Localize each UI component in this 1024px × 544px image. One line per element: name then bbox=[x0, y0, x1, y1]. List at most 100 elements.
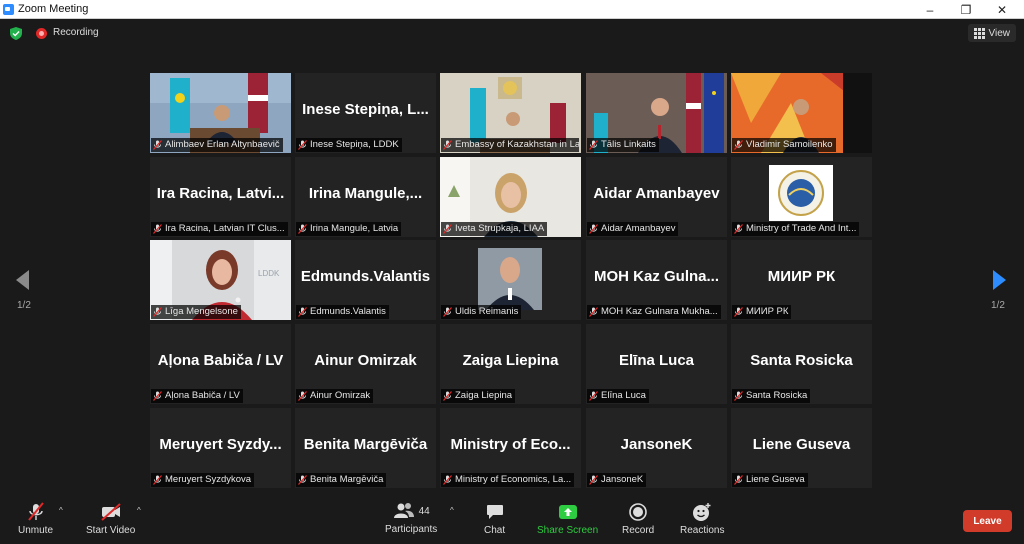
participants-label: Participants bbox=[385, 524, 438, 535]
participants-options-caret-icon[interactable]: ^ bbox=[450, 506, 454, 515]
participant-name-caption: Meruyert Syzdykova bbox=[151, 473, 255, 487]
participant-name: Ministry of Economics, La... bbox=[455, 474, 572, 485]
participant-tile[interactable]: Inese Stepiņa, L... Inese Stepiņa, LDDK bbox=[295, 73, 436, 153]
share-screen-button[interactable]: Share Screen bbox=[537, 502, 598, 536]
participant-name-caption: Ira Racina, Latvian IT Clus... bbox=[151, 222, 288, 236]
reactions-smiley-icon bbox=[693, 503, 711, 521]
participant-name-caption: Edmunds.Valantis bbox=[296, 305, 389, 319]
participant-tile[interactable]: Ministry of Trade And Int... bbox=[731, 157, 872, 237]
participant-tile[interactable]: Santa Rosicka Santa Rosicka bbox=[731, 324, 872, 404]
meeting-topbar: Recording View bbox=[0, 20, 1024, 46]
unmute-button[interactable]: Unmute bbox=[18, 502, 53, 536]
participant-name-caption: Līga Mengelsone bbox=[151, 305, 241, 319]
participant-tile[interactable]: Aļona Babiča / LV Aļona Babiča / LV bbox=[150, 324, 291, 404]
participant-display-name: Ira Racina, Latvi... bbox=[156, 185, 285, 202]
participant-tile[interactable]: Uldis Reimanis bbox=[440, 240, 581, 320]
leave-button[interactable]: Leave bbox=[963, 510, 1012, 532]
minimize-button[interactable]: – bbox=[912, 0, 948, 19]
record-label: Record bbox=[622, 525, 655, 536]
chat-icon bbox=[486, 505, 503, 519]
participant-name-caption: Elīna Luca bbox=[587, 389, 649, 403]
participant-name-caption: МИИР РК bbox=[732, 305, 792, 319]
participant-name: Tālis Linkaits bbox=[601, 139, 656, 150]
participant-display-name: Ainur Omirzak bbox=[314, 352, 417, 369]
participant-name: Embassy of Kazakhstan in La... bbox=[455, 139, 579, 150]
participant-tile[interactable]: Ainur Omirzak Ainur Omirzak bbox=[295, 324, 436, 404]
participant-name: Ainur Omirzak bbox=[310, 390, 371, 401]
participant-tile[interactable]: Elīna Luca Elīna Luca bbox=[586, 324, 727, 404]
muted-mic-icon bbox=[153, 140, 162, 150]
participant-tile[interactable]: Benita Margēviča Benita Margēviča bbox=[295, 408, 436, 488]
participant-display-name: JansoneK bbox=[620, 436, 693, 453]
participant-tile[interactable]: Iveta Strupkaja, LIAA bbox=[440, 157, 581, 237]
restore-button[interactable]: ❐ bbox=[948, 0, 984, 19]
participants-button[interactable]: 44 Participants bbox=[385, 502, 437, 535]
participant-tile[interactable]: Tālis Linkaits bbox=[586, 73, 727, 153]
participant-name: Iveta Strupkaja, LIAA bbox=[455, 223, 545, 234]
muted-mic-icon bbox=[298, 391, 307, 401]
muted-mic-icon bbox=[734, 140, 743, 150]
next-page-arrow-icon[interactable] bbox=[991, 268, 1009, 292]
participant-name: Uldis Reimanis bbox=[455, 306, 519, 317]
recording-label[interactable]: Recording bbox=[53, 27, 99, 38]
reactions-button[interactable]: Reactions bbox=[680, 502, 724, 536]
participant-tile[interactable]: Embassy of Kazakhstan in La... bbox=[440, 73, 581, 153]
participant-name-caption: Uldis Reimanis bbox=[441, 305, 522, 319]
participant-name-caption: Ainur Omirzak bbox=[296, 389, 374, 403]
participant-tile[interactable]: Meruyert Syzdy... Meruyert Syzdykova bbox=[150, 408, 291, 488]
participant-display-name: Irina Mangule,... bbox=[308, 185, 423, 202]
participant-tile[interactable]: Vladimir Samoilenko bbox=[731, 73, 872, 153]
participant-display-name: Aidar Amanbayev bbox=[593, 185, 720, 202]
chat-button[interactable]: Chat bbox=[484, 502, 505, 536]
participant-tile[interactable]: Edmunds.Valantis Edmunds.Valantis bbox=[295, 240, 436, 320]
shield-icon[interactable] bbox=[10, 27, 22, 40]
muted-mic-icon bbox=[153, 475, 162, 485]
participant-tile[interactable]: Zaiga Liepina Zaiga Liepina bbox=[440, 324, 581, 404]
participant-name-caption: Aidar Amanbayev bbox=[587, 222, 679, 236]
video-options-caret-icon[interactable]: ^ bbox=[137, 506, 141, 515]
participant-tile[interactable]: Ministry of Eco... Ministry of Economics,… bbox=[440, 408, 581, 488]
participant-tile[interactable]: МИИР РК МИИР РК bbox=[731, 240, 872, 320]
muted-mic-icon bbox=[443, 391, 452, 401]
participant-display-name: Aļona Babiča / LV bbox=[157, 352, 284, 369]
participant-tile[interactable]: Aidar Amanbayev Aidar Amanbayev bbox=[586, 157, 727, 237]
muted-mic-icon bbox=[589, 391, 598, 401]
view-button[interactable]: View bbox=[967, 24, 1016, 42]
participant-tile[interactable]: Irina Mangule,... Irina Mangule, Latvia bbox=[295, 157, 436, 237]
participant-name: Santa Rosicka bbox=[746, 390, 808, 401]
previous-page-arrow-icon[interactable] bbox=[13, 268, 31, 292]
record-button[interactable]: Record bbox=[622, 502, 654, 536]
participant-display-name: Zaiga Liepina bbox=[462, 352, 559, 369]
participant-tile[interactable]: Alimbaev Erlan Altynbaevič bbox=[150, 73, 291, 153]
participant-tile[interactable]: МОН Kaz Gulna... МОН Kaz Gulnara Mukha... bbox=[586, 240, 727, 320]
muted-mic-icon bbox=[298, 307, 307, 317]
muted-mic-icon bbox=[153, 391, 162, 401]
audio-options-caret-icon[interactable]: ^ bbox=[59, 506, 63, 515]
participant-name: Elīna Luca bbox=[601, 390, 646, 401]
view-button-label: View bbox=[988, 27, 1011, 39]
chat-label: Chat bbox=[484, 525, 506, 536]
participant-display-name: Ministry of Eco... bbox=[450, 436, 571, 453]
participant-display-name: Meruyert Syzdy... bbox=[159, 436, 282, 453]
participant-name: Ira Racina, Latvian IT Clus... bbox=[165, 223, 285, 234]
participant-name-caption: Iveta Strupkaja, LIAA bbox=[441, 222, 548, 236]
participant-name: Liene Guseva bbox=[746, 474, 805, 485]
participant-name-caption: Santa Rosicka bbox=[732, 389, 811, 403]
start-video-button[interactable]: Start Video bbox=[86, 502, 135, 536]
participant-tile[interactable]: LDDK Līga Mengelsone bbox=[150, 240, 291, 320]
participant-display-name: Inese Stepiņa, L... bbox=[302, 101, 429, 118]
meeting-toolbar: Unmute ^ Start Video ^ 44 Participants ^… bbox=[0, 496, 1024, 544]
participant-display-name: Edmunds.Valantis bbox=[300, 268, 431, 285]
participant-tile[interactable]: Liene Guseva Liene Guseva bbox=[731, 408, 872, 488]
participant-name-caption: Irina Mangule, Latvia bbox=[296, 222, 402, 236]
participant-name-caption: Embassy of Kazakhstan in La... bbox=[441, 138, 579, 152]
participant-tile[interactable]: JansoneK JansoneK bbox=[586, 408, 727, 488]
muted-mic-icon bbox=[734, 307, 743, 317]
muted-mic-icon bbox=[734, 391, 743, 401]
muted-mic-icon bbox=[734, 224, 743, 234]
close-button[interactable]: ✕ bbox=[984, 0, 1020, 19]
recording-icon bbox=[36, 28, 47, 39]
muted-mic-icon bbox=[589, 475, 598, 485]
participant-display-name: МИИР РК bbox=[767, 268, 836, 285]
participant-tile[interactable]: Ira Racina, Latvi... Ira Racina, Latvian … bbox=[150, 157, 291, 237]
